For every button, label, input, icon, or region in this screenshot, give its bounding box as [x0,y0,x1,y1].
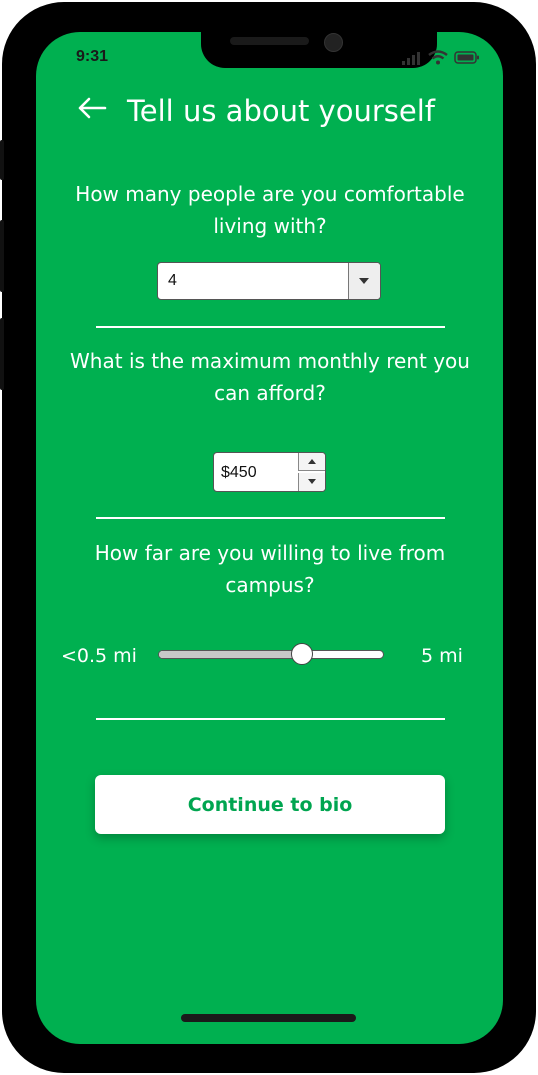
phone-frame: 9:31 Tell us about yourself How many peo… [0,0,538,1075]
roommates-select-value: 4 [168,272,177,289]
mute-switch [0,140,4,180]
distance-max-label: 5 mi [421,645,463,667]
camera [324,33,343,52]
divider [96,517,445,519]
chevron-down-icon[interactable] [348,263,380,299]
distance-slider-track[interactable] [158,650,384,659]
volume-down-button [0,318,4,390]
signal-icon [402,51,420,65]
volume-up-button [0,220,4,292]
distance-min-label: <0.5 mi [61,645,137,667]
distance-question: How far are you willing to live from cam… [94,541,446,597]
increment-icon[interactable] [298,453,325,471]
status-time: 9:31 [76,48,109,65]
divider [96,718,445,720]
wifi-icon [428,50,448,65]
speaker [230,37,309,45]
roommates-select[interactable]: 4 [157,262,381,300]
continue-button[interactable]: Continue to bio [95,775,445,834]
rent-question: What is the maximum monthly rent you can… [70,349,470,405]
distance-slider-fill [159,651,303,658]
roommates-question: How many people are you comfortable livi… [75,182,465,238]
page-title: Tell us about yourself [127,94,435,128]
rent-value: $450 [221,464,257,481]
decrement-icon[interactable] [298,473,325,491]
rent-stepper[interactable]: $450 [213,452,326,492]
distance-slider-thumb[interactable] [290,643,313,665]
divider [96,326,445,328]
status-icons [402,50,480,65]
home-indicator [181,1014,356,1022]
back-arrow-icon[interactable] [76,92,108,124]
battery-icon [454,51,479,64]
